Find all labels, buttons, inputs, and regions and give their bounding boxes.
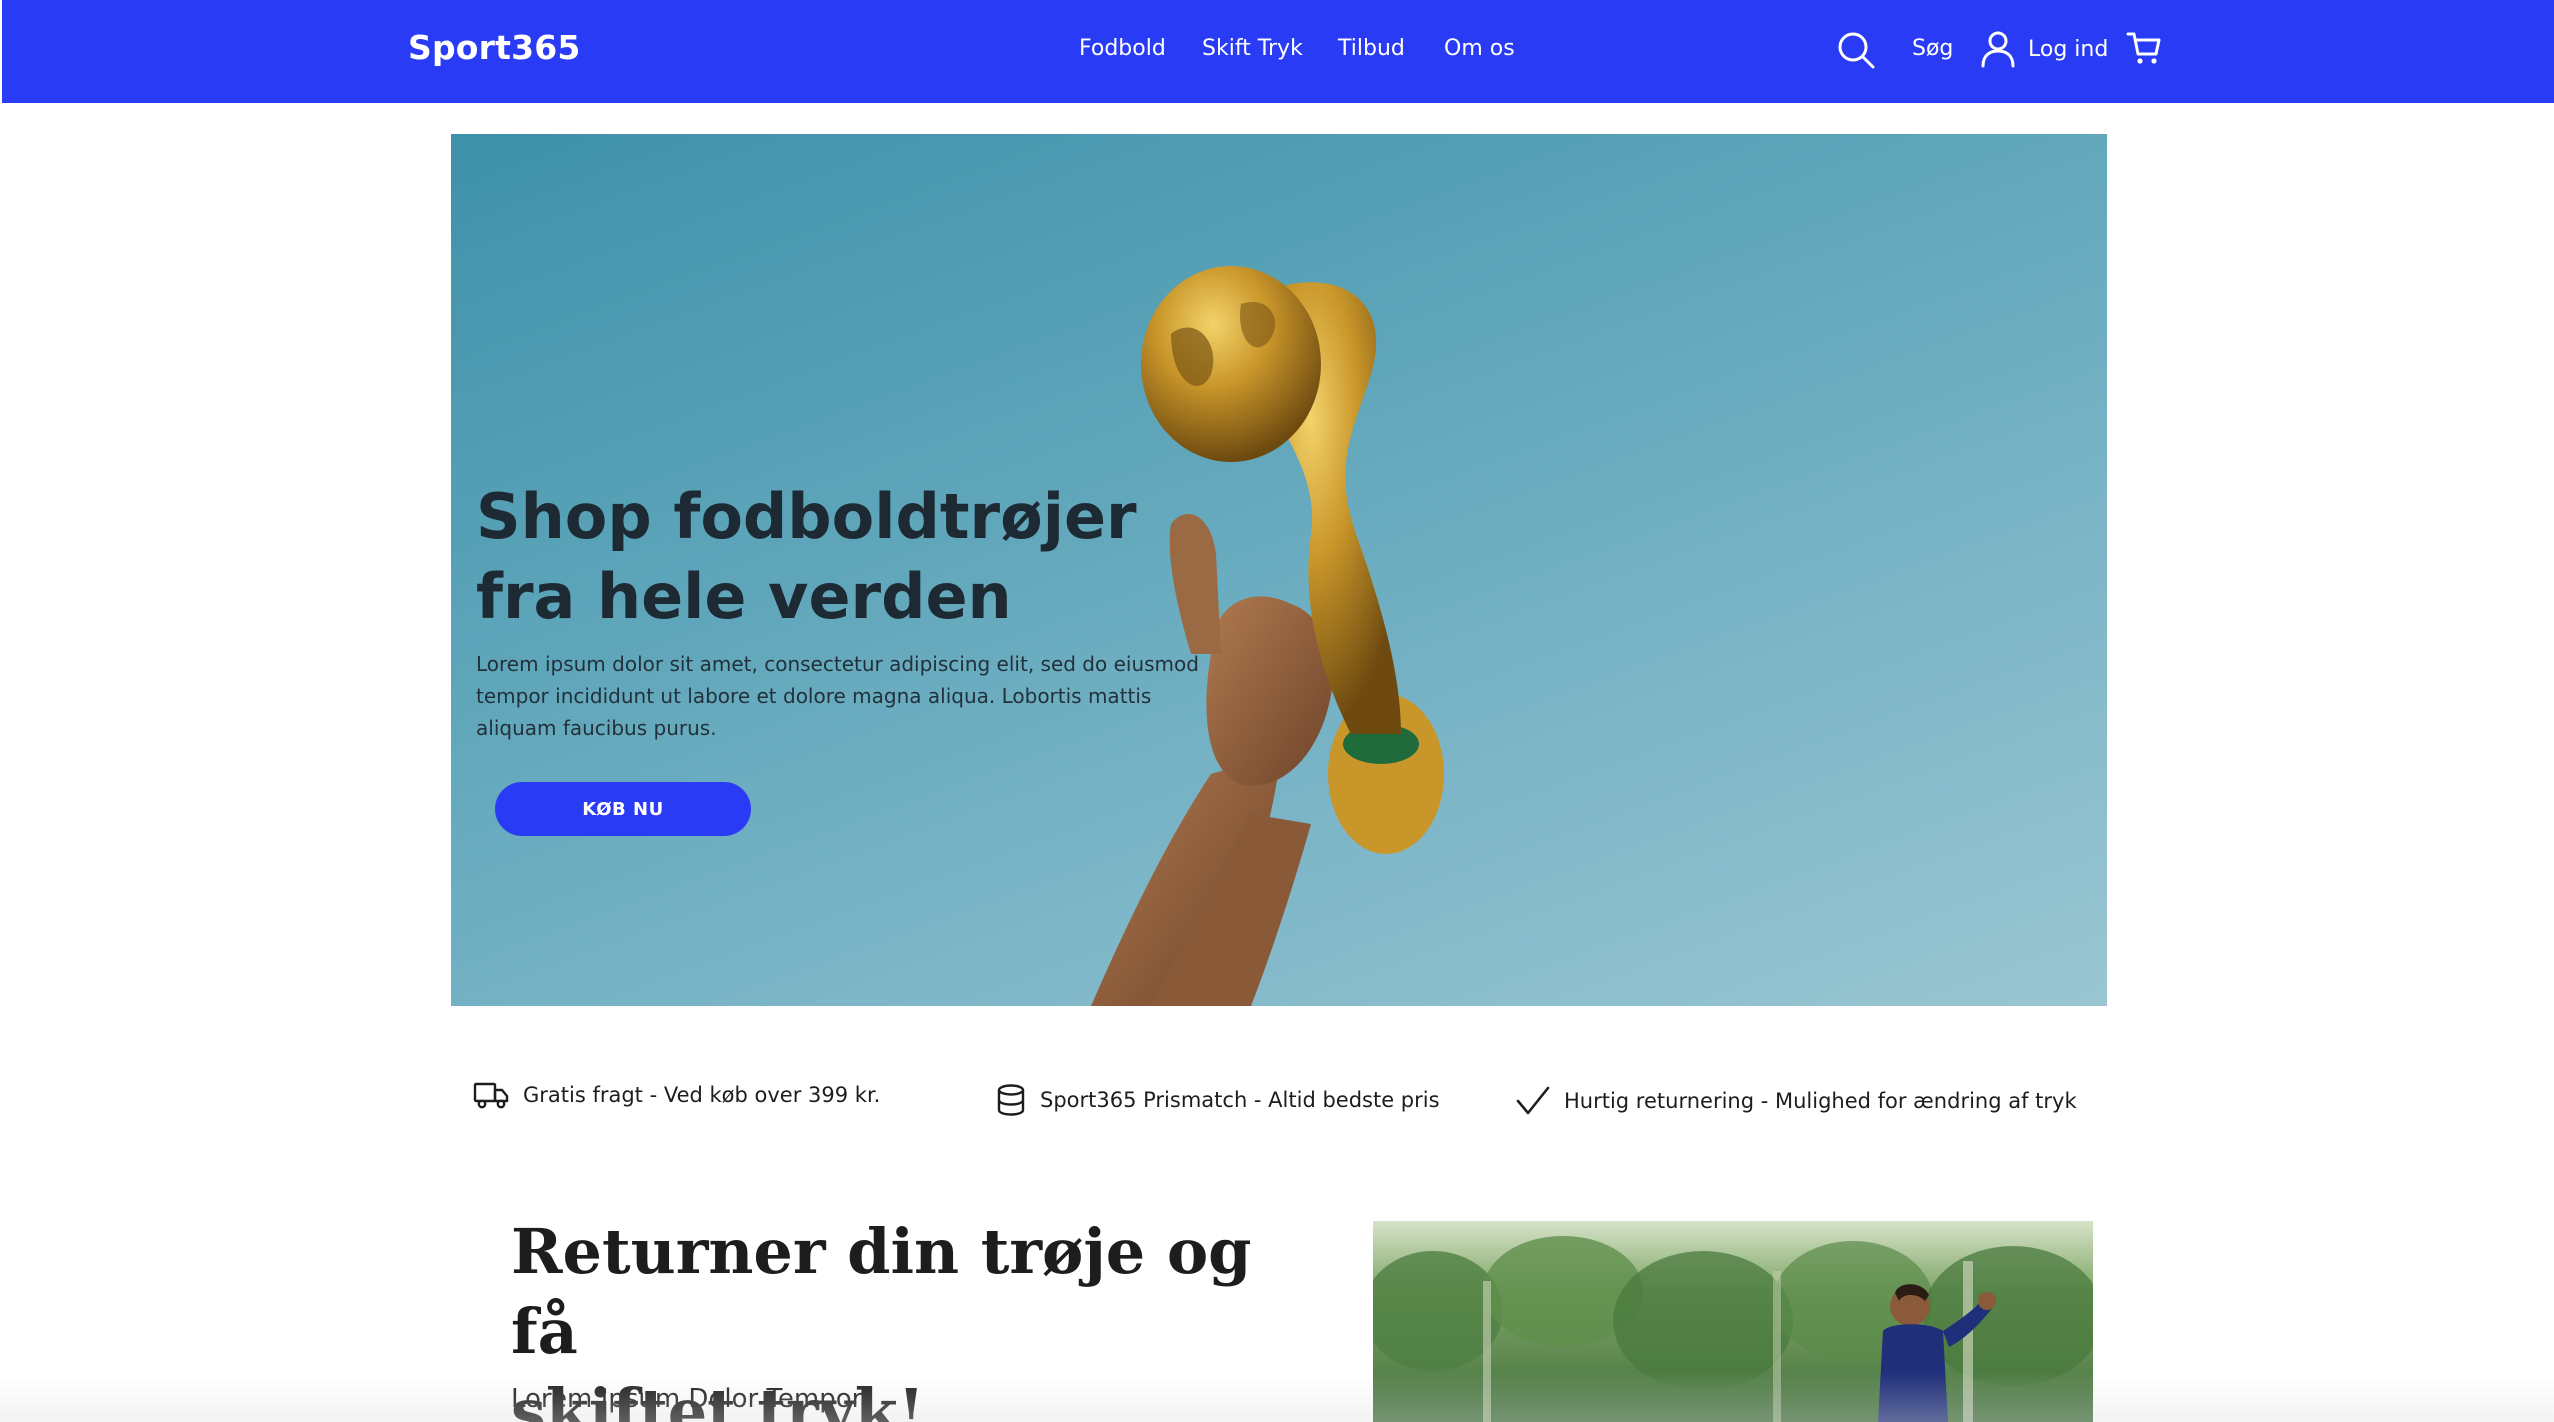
search-label[interactable]: Søg — [1912, 36, 1953, 61]
checkmark-icon — [1516, 1086, 1550, 1115]
hero-title-line-2: fra hele verden — [476, 560, 1012, 633]
feature-text: Hurtig returnering - Mulighed for ændrin… — [1564, 1089, 2077, 1113]
return-title-line-1: Returner din trøje og få — [511, 1215, 1252, 1368]
site-logo[interactable]: Sport365 — [408, 28, 581, 67]
feature-price-match: Sport365 Prismatch - Altid bedste pris — [996, 1084, 1440, 1116]
player-photo — [1373, 1221, 2093, 1422]
buy-now-button[interactable]: KØB NU — [495, 782, 751, 836]
truck-icon — [473, 1082, 509, 1109]
search-icon[interactable] — [1836, 30, 1876, 70]
hero-banner: Shop fodboldtrøjer fra hele verden Lorem… — [451, 134, 2107, 1006]
bottom-fade — [0, 1372, 2554, 1422]
hero-title-line-1: Shop fodboldtrøjer — [476, 480, 1137, 553]
hero-description: Lorem ipsum dolor sit amet, consectetur … — [476, 652, 1199, 740]
top-navbar: Sport365 Fodbold Skift Tryk Tilbud Om os… — [2, 0, 2554, 103]
cart-icon[interactable] — [2126, 30, 2162, 66]
return-section-subtitle: Lorem Ipsum Dolor Tempor — [511, 1384, 863, 1414]
nav-link-om-os[interactable]: Om os — [1444, 36, 1515, 61]
feature-fast-returns: Hurtig returnering - Mulighed for ændrin… — [1516, 1086, 2077, 1116]
feature-free-shipping: Gratis fragt - Ved køb over 399 kr. — [473, 1081, 880, 1109]
user-icon[interactable] — [1980, 30, 2016, 68]
database-icon — [997, 1084, 1025, 1116]
hero-title: Shop fodboldtrøjer fra hele verden — [476, 477, 1236, 637]
nav-link-fodbold[interactable]: Fodbold — [1079, 36, 1166, 61]
nav-link-skift-tryk[interactable]: Skift Tryk — [1202, 36, 1303, 61]
login-link[interactable]: Log ind — [2028, 37, 2108, 62]
nav-link-tilbud[interactable]: Tilbud — [1338, 36, 1405, 61]
feature-text: Gratis fragt - Ved køb over 399 kr. — [523, 1083, 881, 1107]
feature-text: Sport365 Prismatch - Altid bedste pris — [1040, 1088, 1440, 1112]
football-player-image — [1373, 1221, 2093, 1422]
